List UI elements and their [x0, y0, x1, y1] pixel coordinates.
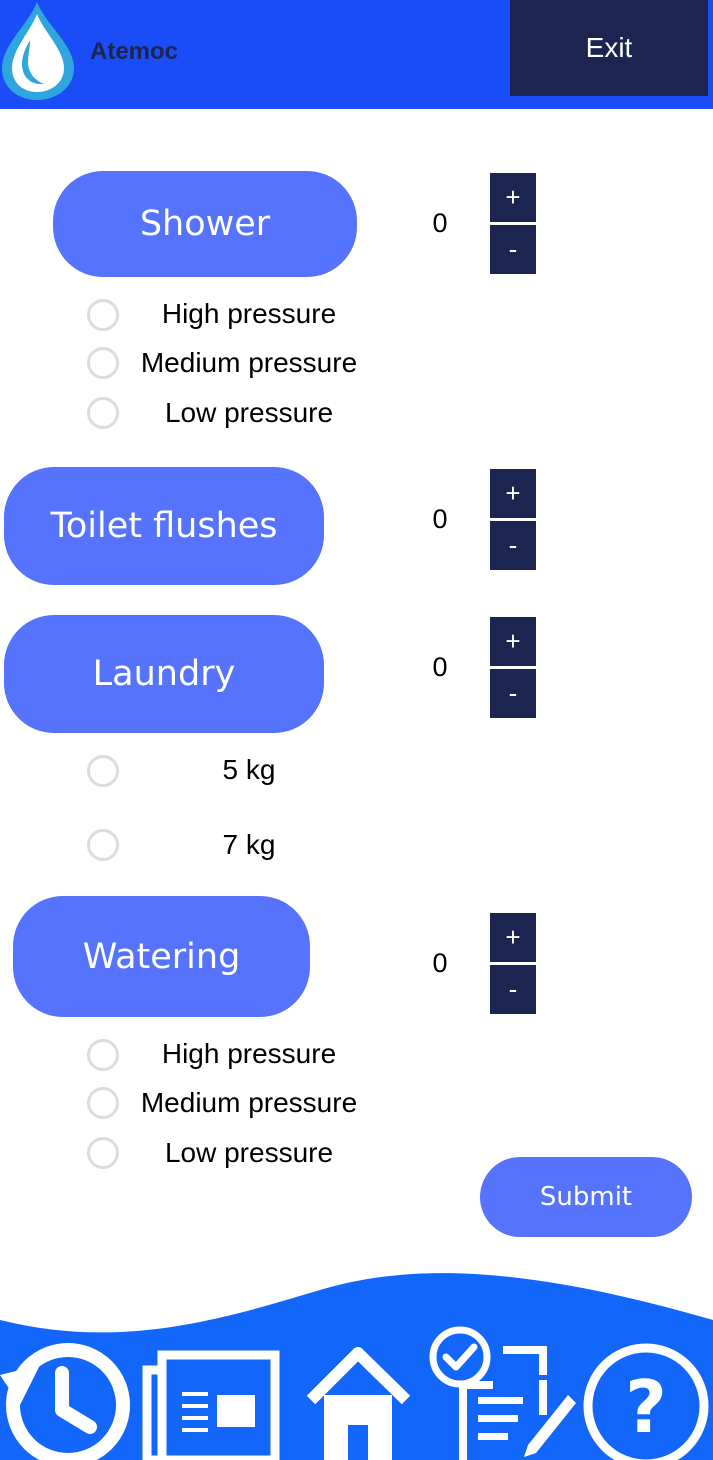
app-title: Atemoc: [90, 38, 179, 65]
laundry-5kg-label: 5 kg: [222, 754, 276, 785]
shower-low-pressure-label: Low pressure: [164, 397, 334, 428]
history-icon[interactable]: [0, 1335, 135, 1460]
watering-low-pressure-label: Low pressure: [164, 1137, 334, 1168]
shower-minus-button[interactable]: -: [490, 225, 536, 274]
shower-low-pressure-radio[interactable]: [87, 397, 119, 429]
help-icon[interactable]: ?: [578, 1340, 713, 1460]
laundry-7kg-label: 7 kg: [222, 829, 276, 860]
submit-button[interactable]: Submit: [480, 1157, 692, 1237]
watering-high-pressure-radio[interactable]: [87, 1039, 119, 1071]
toilet-flushes-button[interactable]: Toilet flushes: [4, 467, 324, 585]
watering-medium-pressure-label: Medium pressure: [140, 1087, 358, 1118]
laundry-5kg-radio[interactable]: [87, 755, 119, 787]
watering-button[interactable]: Watering: [13, 896, 310, 1017]
laundry-count: 0: [432, 652, 448, 682]
watering-count: 0: [432, 948, 448, 978]
watering-plus-button[interactable]: +: [490, 913, 536, 962]
exit-button[interactable]: Exit: [510, 0, 708, 96]
toilet-flushes-minus-button[interactable]: -: [490, 521, 536, 570]
app-header: Atemoc Exit: [0, 0, 713, 109]
shower-medium-pressure-label: Medium pressure: [140, 347, 358, 378]
toilet-flushes-plus-button[interactable]: +: [490, 469, 536, 518]
shower-high-pressure-label: High pressure: [161, 298, 337, 329]
shower-plus-button[interactable]: +: [490, 173, 536, 222]
laundry-7kg-radio[interactable]: [87, 829, 119, 861]
laundry-minus-button[interactable]: -: [490, 669, 536, 718]
tasks-icon[interactable]: [428, 1325, 578, 1460]
watering-medium-pressure-radio[interactable]: [87, 1087, 119, 1119]
shower-medium-pressure-radio[interactable]: [87, 347, 119, 379]
news-icon[interactable]: [142, 1350, 280, 1460]
water-drop-icon: [2, 2, 74, 100]
shower-button[interactable]: Shower: [53, 171, 357, 277]
shower-high-pressure-radio[interactable]: [87, 299, 119, 331]
watering-low-pressure-radio[interactable]: [87, 1137, 119, 1169]
home-icon[interactable]: [306, 1345, 411, 1460]
laundry-button[interactable]: Laundry: [4, 615, 324, 733]
shower-count: 0: [432, 208, 448, 238]
laundry-plus-button[interactable]: +: [490, 617, 536, 666]
svg-text:?: ?: [625, 1365, 667, 1449]
watering-high-pressure-label: High pressure: [161, 1038, 337, 1069]
toilet-flushes-count: 0: [432, 504, 448, 534]
watering-minus-button[interactable]: -: [490, 965, 536, 1014]
